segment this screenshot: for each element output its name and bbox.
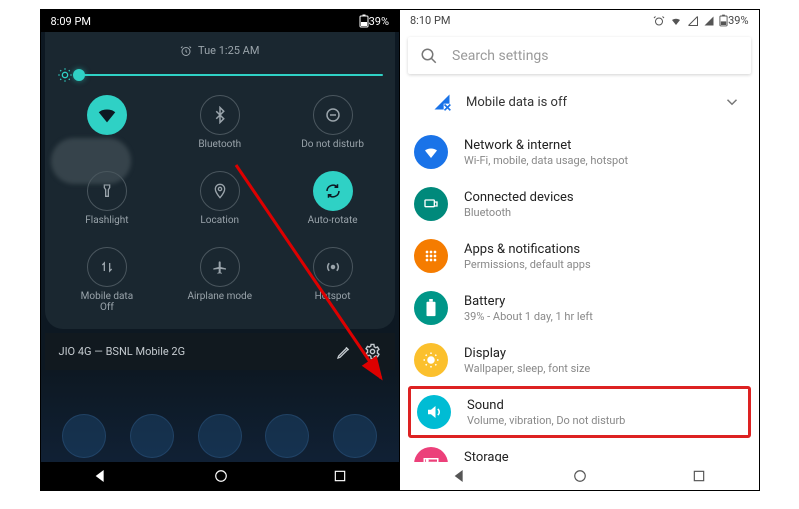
- tile-bluetooth[interactable]: Bluetooth: [165, 91, 274, 163]
- row-sound[interactable]: SoundVolume, vibration, Do not disturb: [408, 386, 751, 438]
- nav-recent-icon[interactable]: [692, 469, 706, 483]
- tile-dnd[interactable]: Do not disturb: [278, 91, 387, 163]
- brightness-slider[interactable]: [53, 61, 388, 85]
- tile-mobiledata[interactable]: Mobile dataOff: [53, 243, 162, 317]
- tile-hotspot[interactable]: Hotspot: [278, 243, 387, 317]
- status-bar-right: 8:10 PM 39%: [400, 10, 759, 31]
- row-network[interactable]: Network & internetWi-Fi, mobile, data us…: [400, 126, 759, 178]
- search-settings[interactable]: Search settings: [408, 37, 751, 74]
- battery-icon: [719, 14, 728, 27]
- row-apps[interactable]: Apps & notificationsPermissions, default…: [400, 230, 759, 282]
- brightness-icon: [57, 67, 73, 83]
- navbar-right: [400, 462, 759, 490]
- wifi-icon: [669, 15, 683, 27]
- mobile-data-banner[interactable]: Mobile data is off: [400, 78, 759, 126]
- row-display[interactable]: DisplayWallpaper, sleep, font size: [400, 334, 759, 386]
- chevron-down-icon: [723, 93, 741, 111]
- dnd-icon: [313, 95, 353, 135]
- clock: 8:09 PM: [51, 15, 91, 28]
- alarm-text: Tue 1:25 AM: [198, 44, 259, 57]
- carrier-text: JIO 4G — BSNL Mobile 2G: [59, 345, 325, 358]
- battery-percent: 39%: [369, 15, 389, 28]
- tile-location[interactable]: Location: [165, 167, 274, 239]
- mobiledata-icon: [87, 247, 127, 287]
- dock-app[interactable]: [265, 414, 309, 458]
- search-placeholder: Search settings: [452, 48, 549, 64]
- tile-airplane[interactable]: Airplane mode: [165, 243, 274, 317]
- alarm-icon: [653, 15, 665, 27]
- nav-recent-icon[interactable]: [333, 469, 347, 483]
- navbar-left: [41, 462, 400, 490]
- network-icon: [414, 135, 448, 169]
- search-icon: [420, 47, 438, 65]
- clock: 8:10 PM: [410, 14, 450, 27]
- connected-icon: [414, 187, 448, 221]
- no-signal-icon: [687, 15, 699, 27]
- row-battery[interactable]: Battery39% - About 1 day, 1 hr left: [400, 282, 759, 334]
- dock-app[interactable]: [130, 414, 174, 458]
- dock-app[interactable]: [62, 414, 106, 458]
- alarm-row[interactable]: Tue 1:25 AM: [53, 40, 388, 61]
- signal-off-icon: [432, 92, 452, 112]
- battery-percent: 39%: [728, 14, 748, 27]
- settings-list: Network & internetWi-Fi, mobile, data us…: [400, 126, 759, 490]
- location-icon: [200, 171, 240, 211]
- tile-autorotate[interactable]: Auto-rotate: [278, 167, 387, 239]
- settings-gear-icon[interactable]: [364, 343, 381, 360]
- nav-home-icon[interactable]: [573, 469, 587, 483]
- autorotate-icon: [313, 171, 353, 211]
- status-bar-left: 8:09 PM 39%: [41, 10, 400, 32]
- blurred-label: [51, 138, 131, 184]
- battery-icon: [359, 14, 369, 28]
- hotspot-icon: [313, 247, 353, 287]
- edit-icon[interactable]: [336, 344, 352, 360]
- dock-app[interactable]: [333, 414, 377, 458]
- bluetooth-icon: [200, 95, 240, 135]
- nav-back-icon[interactable]: [452, 468, 468, 484]
- sound-icon: [417, 395, 451, 429]
- nav-home-icon[interactable]: [214, 469, 228, 483]
- qs-footer: JIO 4G — BSNL Mobile 2G: [45, 333, 396, 370]
- wifi-icon: [87, 95, 127, 135]
- airplane-icon: [200, 247, 240, 287]
- apps-icon: [414, 239, 448, 273]
- dock-app[interactable]: [198, 414, 242, 458]
- nav-back-icon[interactable]: [93, 468, 109, 484]
- battery-icon: [414, 291, 448, 325]
- signal-icon: [703, 15, 715, 27]
- row-connected[interactable]: Connected devicesBluetooth: [400, 178, 759, 230]
- display-icon: [414, 343, 448, 377]
